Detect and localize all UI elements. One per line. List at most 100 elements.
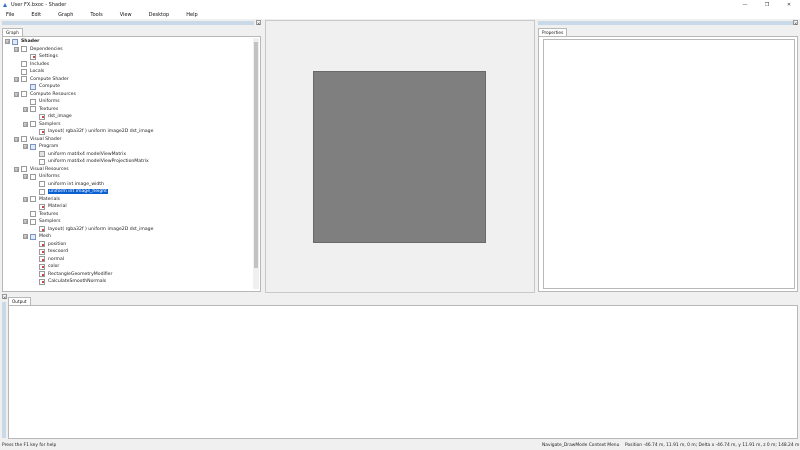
tree-expander-icon[interactable]: ⊟ [23,234,28,240]
tree-expander-icon[interactable]: ⊟ [23,121,28,127]
menu-view[interactable]: View [120,12,132,18]
menu-help[interactable]: Help [186,12,197,18]
tree-node[interactable]: ⊟ Materials [23,196,60,204]
tree-node[interactable]: dst_image [32,113,72,121]
node-type-icon [21,76,27,83]
tree-node[interactable]: Includes [14,61,49,69]
node-type-icon [39,151,45,158]
minimize-button[interactable]: — [734,0,756,10]
tree-expander-icon[interactable]: ⊟ [5,39,10,45]
tree-node[interactable]: uniform mat4x4 modelViewProjectionMatrix [32,158,149,166]
tree-node[interactable]: ⊟ Textures [23,106,58,114]
tree-node[interactable]: CalculateSmoothNormals [32,278,106,286]
shader-tree[interactable]: ⊟ Shader ⊟ Dependencies Settings Includes Loca… [3,38,255,289]
tree-node[interactable]: ⊟ Uniforms [23,173,60,181]
tree-node[interactable]: Settings [23,53,58,61]
tree-expander-icon[interactable]: ⊟ [23,196,28,202]
tree-node[interactable]: Locals [14,68,44,76]
tree-node[interactable]: ⊟ Visual Shader [14,136,61,144]
tree-node-label: color [48,264,60,270]
menu-desktop[interactable]: Desktop [149,12,170,18]
tree-node-label: Material [48,204,67,210]
tree-node-label: Mesh [39,234,52,240]
tree-node-label: texcoord [48,249,69,255]
graph-dock-titlebar[interactable] [2,21,254,25]
tree-node[interactable]: RectangleGeometryModifier [32,271,112,279]
menu-edit[interactable]: Edit [31,12,41,18]
tree-node[interactable]: ⊟ Program [23,143,58,151]
tree-node[interactable]: ⊟ Visual Resources [14,166,69,174]
node-type-icon [39,256,45,263]
tree-node-label: uniform mat4x4 modelViewProjectionMatrix [48,159,149,165]
tree-expander-icon[interactable]: ⊟ [14,91,19,97]
output-panel[interactable] [8,305,798,439]
output-dock-titlebar[interactable] [2,302,6,438]
tree-node-label: Samplers [39,121,61,127]
tab-output[interactable]: Output [8,297,31,305]
tree-node[interactable]: ⊟ Compute Shader [14,76,69,84]
tree-node[interactable]: ⊟ Samplers [23,218,61,226]
tree-node-label: Samplers [39,219,61,225]
tree-expander-icon[interactable]: ⊟ [14,136,19,142]
output-dock-close-icon[interactable]: × [2,294,7,300]
tree-node[interactable]: layout( rgba32f ) uniform image2D dst_im… [32,128,153,136]
node-type-icon [39,188,45,195]
close-button[interactable]: ✕ [778,0,800,10]
tree-expander-icon[interactable]: ⊟ [23,106,28,112]
menu-tools[interactable]: Tools [90,12,102,18]
tree-node[interactable]: ⊟ Dependencies [14,46,63,54]
tree-node-label: uniform int image_height [48,189,108,195]
tree-node[interactable]: ⊟ Mesh [23,233,51,241]
tab-properties[interactable]: Properties [538,28,568,36]
tree-node[interactable]: ⊟ Compute Resources [14,91,76,99]
tree-scrollbar[interactable] [253,38,259,289]
menu-file[interactable]: File [6,12,14,18]
tree-node[interactable]: layout( rgba32f ) uniform image2D dst_im… [32,226,153,234]
tree-node[interactable]: normal [32,256,64,264]
tree-node[interactable]: uniform mat4x4 modelViewMatrix [32,151,126,159]
tree-node[interactable]: ⊟ Samplers [23,121,61,129]
tree-scrollbar-thumb[interactable] [254,42,258,268]
maximize-button[interactable]: ❐ [756,0,778,10]
node-type-icon [39,203,45,210]
node-type-icon [12,38,18,45]
tree-node-label: Textures [39,211,59,217]
tree-node[interactable]: color [32,263,59,271]
tree-node[interactable]: uniform int image_height [32,188,108,196]
tree-node-label: Settings [39,54,58,60]
tree-node[interactable]: ⊟ Shader [5,38,39,46]
tree-node[interactable]: position [32,241,66,249]
tree-node[interactable]: texcoord [32,248,68,256]
properties-content [543,39,795,289]
tree-expander-icon[interactable]: ⊟ [23,219,28,225]
tree-expander-icon[interactable]: ⊟ [14,76,19,82]
tree-node[interactable]: Material [32,203,67,211]
tree-node-label: dst_image [48,114,72,120]
tree-node-label: Visual Shader [30,136,62,142]
tree-node-label: Compute [39,84,60,90]
graph-dock-close-icon[interactable]: × [256,20,261,26]
node-type-icon [30,143,36,150]
tree-node[interactable]: uniform int image_width [32,181,104,189]
tree-node-label: CalculateSmoothNormals [48,279,107,285]
tree-node[interactable]: Uniforms [23,98,60,106]
node-type-icon [39,248,45,255]
node-type-icon [30,83,36,90]
node-type-icon [21,136,27,143]
tree-expander-icon[interactable]: ⊟ [23,174,28,180]
properties-dock-close-icon[interactable]: × [793,20,798,26]
title-bar: User FX.bxoc - Shader — ❐ ✕ [0,0,800,10]
tree-node[interactable]: Textures [23,211,58,219]
menu-graph[interactable]: Graph [58,12,73,18]
tree-expander-icon[interactable]: ⊟ [14,166,19,172]
render-quad [313,71,486,243]
status-position: Position -46.74 m, 11.91 m, 0 m; Delta x… [625,443,800,448]
status-mode: Navigate_DrawMode Context Menu [542,443,620,448]
tab-graph[interactable]: Graph [2,28,23,36]
node-type-icon [39,241,45,248]
properties-dock-titlebar[interactable] [538,21,793,25]
tree-expander-icon[interactable]: ⊟ [23,144,28,150]
tree-node[interactable]: Compute [23,83,60,91]
tree-expander-icon[interactable]: ⊟ [14,46,19,52]
tree-node-label: Includes [30,61,50,67]
